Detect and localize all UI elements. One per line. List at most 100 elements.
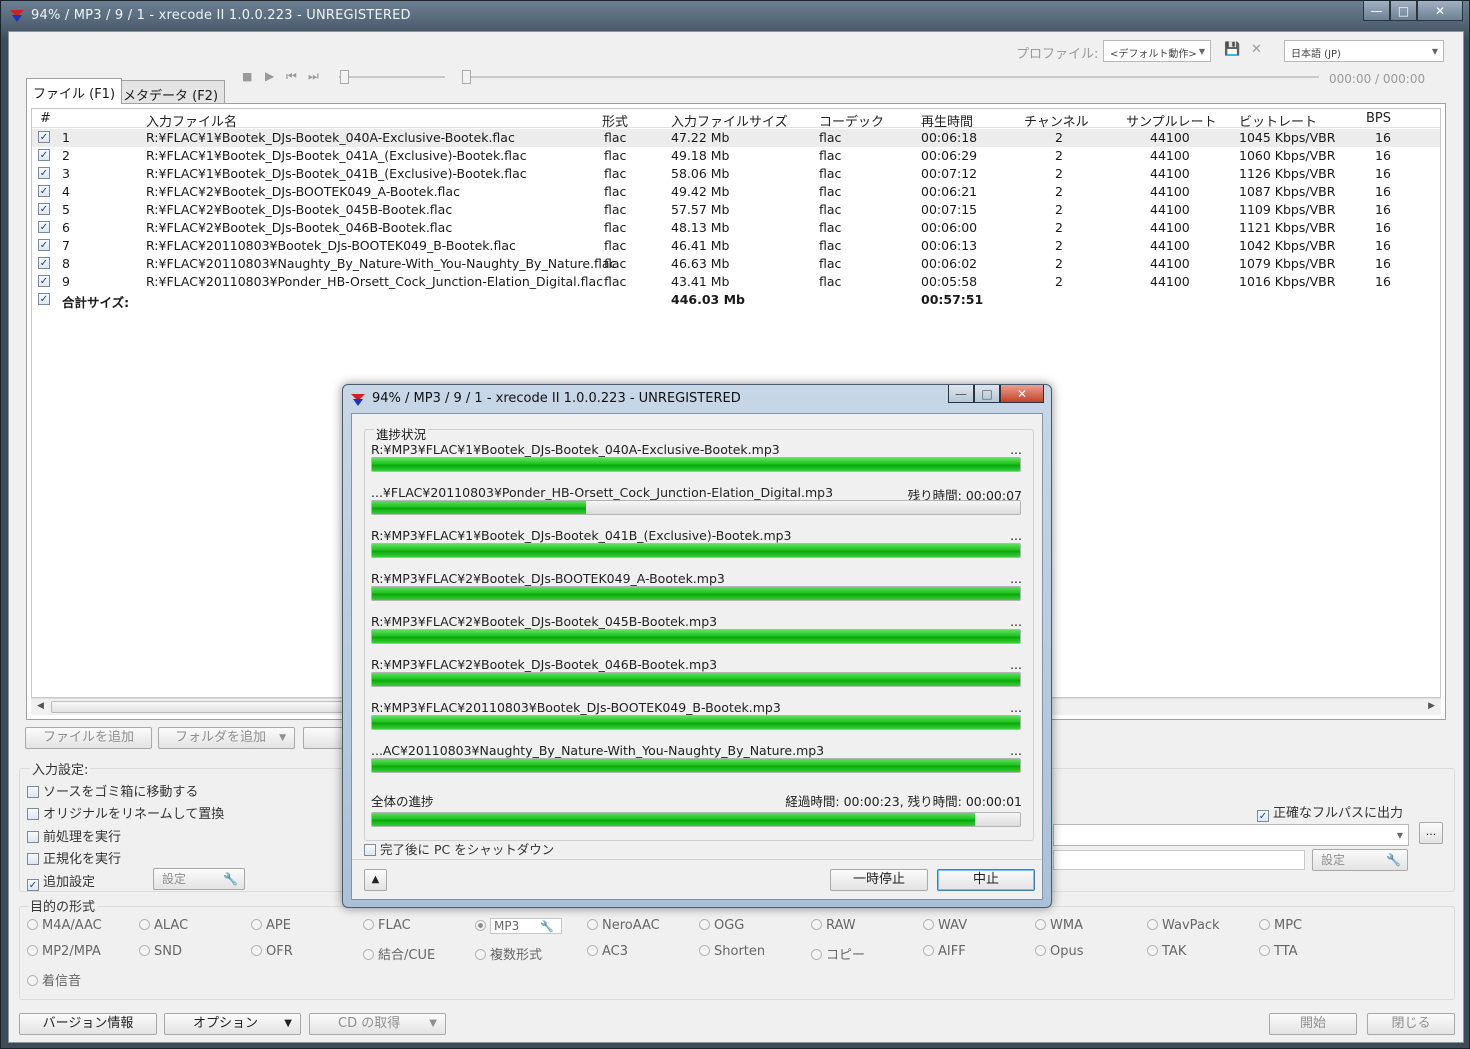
table-row[interactable]: ✓ 1 R:¥FLAC¥1¥Bootek_DJs-Bootek_040A-Exclu… <box>32 129 1440 147</box>
format-option[interactable]: TAK <box>1147 944 1186 959</box>
radio-button[interactable] <box>1147 945 1158 956</box>
format-option[interactable]: MPC <box>1259 918 1302 933</box>
wrench-icon[interactable]: 🔧 <box>540 920 554 933</box>
checkbox[interactable] <box>27 831 39 843</box>
row-checkbox[interactable]: ✓ <box>38 149 50 161</box>
collapse-button[interactable]: ▲ <box>364 869 387 891</box>
col-samplerate[interactable]: サンプルレート <box>1126 111 1217 130</box>
radio-button[interactable] <box>1259 945 1270 956</box>
radio-button[interactable] <box>27 919 38 930</box>
format-option[interactable]: MP3 🔧 <box>475 918 562 934</box>
close-app-button[interactable]: 閉じる <box>1367 1013 1455 1035</box>
radio-button[interactable] <box>139 945 150 956</box>
format-option[interactable]: Opus <box>1035 944 1084 959</box>
extra-button[interactable] <box>303 727 343 749</box>
checkbox[interactable]: ✓ <box>1257 810 1269 822</box>
radio-button[interactable] <box>699 919 710 930</box>
col-duration[interactable]: 再生時間 <box>921 111 973 130</box>
full-path-option[interactable]: ✓ 正確なフルパスに出力 <box>1257 802 1403 822</box>
table-row[interactable]: ✓ 5 R:¥FLAC¥2¥Bootek_DJs-Bootek_045B-Boote… <box>32 201 1440 219</box>
format-option[interactable]: RAW <box>811 918 856 933</box>
format-option[interactable]: WMA <box>1035 918 1083 933</box>
format-option[interactable]: APE <box>251 918 291 933</box>
radio-button[interactable] <box>475 920 486 931</box>
radio-button[interactable] <box>587 945 598 956</box>
format-option[interactable]: WavPack <box>1147 918 1220 933</box>
radio-button[interactable] <box>251 945 262 956</box>
tab-metadata[interactable]: メタデータ (F2) <box>116 80 226 104</box>
format-option[interactable]: NeroAAC <box>587 918 660 933</box>
col-channels[interactable]: チャンネル <box>1024 111 1089 130</box>
abort-button[interactable]: 中止 <box>937 869 1035 891</box>
format-option[interactable]: OFR <box>251 944 293 959</box>
play-icon[interactable]: ▶ <box>265 69 274 83</box>
table-row[interactable]: ✓ 3 R:¥FLAC¥1¥Bootek_DJs-Bootek_041B_(Excl… <box>32 165 1440 183</box>
table-row[interactable]: ✓ 8 R:¥FLAC¥20110803¥Naughty_By_Nature-Wit… <box>32 255 1440 273</box>
seek-slider[interactable] <box>464 76 1319 78</box>
volume-slider-thumb[interactable] <box>340 70 349 84</box>
radio-button[interactable] <box>1035 919 1046 930</box>
version-info-button[interactable]: バージョン情報 <box>19 1013 157 1035</box>
dialog-minimize-button[interactable]: — <box>948 385 974 403</box>
table-row[interactable]: ✓ 9 R:¥FLAC¥20110803¥Ponder_HB-Orsett_Cock… <box>32 273 1440 291</box>
save-icon[interactable]: 💾 <box>1224 42 1240 57</box>
maximize-button[interactable]: □ <box>1390 1 1417 21</box>
rename-original-option[interactable]: オリジナルをリネームして置換 <box>27 803 224 822</box>
radio-button[interactable] <box>1035 945 1046 956</box>
preprocess-option[interactable]: 前処理を実行 <box>27 826 121 845</box>
col-bitrate[interactable]: ビットレート <box>1239 111 1317 130</box>
table-row[interactable]: ✓ 2 R:¥FLAC¥1¥Bootek_DJs-Bootek_041A_(Excl… <box>32 147 1440 165</box>
radio-button[interactable] <box>139 919 150 930</box>
col-filename[interactable]: 入力ファイル名 <box>146 111 237 130</box>
move-to-trash-option[interactable]: ソースをゴミ箱に移動する <box>27 781 198 800</box>
format-option[interactable]: 複数形式 <box>475 944 542 963</box>
table-row[interactable]: ✓ 6 R:¥FLAC¥2¥Bootek_DJs-Bootek_046B-Boote… <box>32 219 1440 237</box>
previous-icon[interactable]: ⏮ <box>286 69 297 84</box>
row-checkbox[interactable]: ✓ <box>38 275 50 287</box>
table-row[interactable]: ✓ 7 R:¥FLAC¥20110803¥Bootek_DJs-BOOTEK049_… <box>32 237 1440 255</box>
seek-slider-thumb[interactable] <box>462 70 471 84</box>
scroll-right-icon[interactable]: ▶ <box>1428 701 1435 711</box>
row-checkbox[interactable]: ✓ <box>38 203 50 215</box>
dialog-maximize-button[interactable]: □ <box>974 385 1000 403</box>
row-checkbox[interactable]: ✓ <box>38 131 50 143</box>
checkbox[interactable] <box>27 808 39 820</box>
format-option[interactable]: コピー <box>811 944 865 963</box>
radio-button[interactable] <box>699 945 710 956</box>
radio-button[interactable] <box>811 949 822 960</box>
radio-button[interactable] <box>587 919 598 930</box>
checkbox[interactable]: ✓ <box>27 879 39 891</box>
format-option[interactable]: AC3 <box>587 944 628 959</box>
radio-button[interactable] <box>363 919 374 930</box>
checkbox[interactable] <box>27 853 39 865</box>
add-file-button[interactable]: ファイルを追加 <box>25 727 152 749</box>
radio-button[interactable] <box>923 919 934 930</box>
checkbox[interactable] <box>27 786 39 798</box>
checkbox[interactable] <box>364 844 376 856</box>
output-settings-button[interactable]: 設定 🔧 <box>1312 849 1408 871</box>
stop-icon[interactable]: ■ <box>242 70 252 83</box>
row-checkbox[interactable]: ✓ <box>38 167 50 179</box>
format-option[interactable]: OGG <box>699 918 744 933</box>
format-option[interactable]: MP2/MPA <box>27 944 101 959</box>
output-path-select[interactable]: ▼ <box>1053 824 1409 846</box>
row-checkbox[interactable]: ✓ <box>38 221 50 233</box>
radio-button[interactable] <box>251 919 262 930</box>
format-option[interactable]: ALAC <box>139 918 188 933</box>
format-option[interactable]: M4A/AAC <box>27 918 102 933</box>
normalize-option[interactable]: 正規化を実行 <box>27 848 121 867</box>
format-option[interactable]: AIFF <box>923 944 966 959</box>
dialog-close-button[interactable]: ✕ <box>1000 385 1044 403</box>
col-bps[interactable]: BPS <box>1366 111 1391 126</box>
radio-button[interactable] <box>363 949 374 960</box>
volume-slider[interactable] <box>339 76 445 78</box>
col-number[interactable]: # <box>40 111 51 126</box>
format-option[interactable]: 結合/CUE <box>363 944 435 963</box>
close-button[interactable]: ✕ <box>1417 1 1463 21</box>
format-option[interactable]: SND <box>139 944 182 959</box>
start-button[interactable]: 開始 <box>1269 1013 1357 1035</box>
profile-select[interactable]: <デフォルト動作> ▼ <box>1103 40 1211 62</box>
row-checkbox[interactable]: ✓ <box>38 185 50 197</box>
radio-button[interactable] <box>475 949 486 960</box>
extra-settings-button[interactable]: 設定 🔧 <box>153 868 245 890</box>
